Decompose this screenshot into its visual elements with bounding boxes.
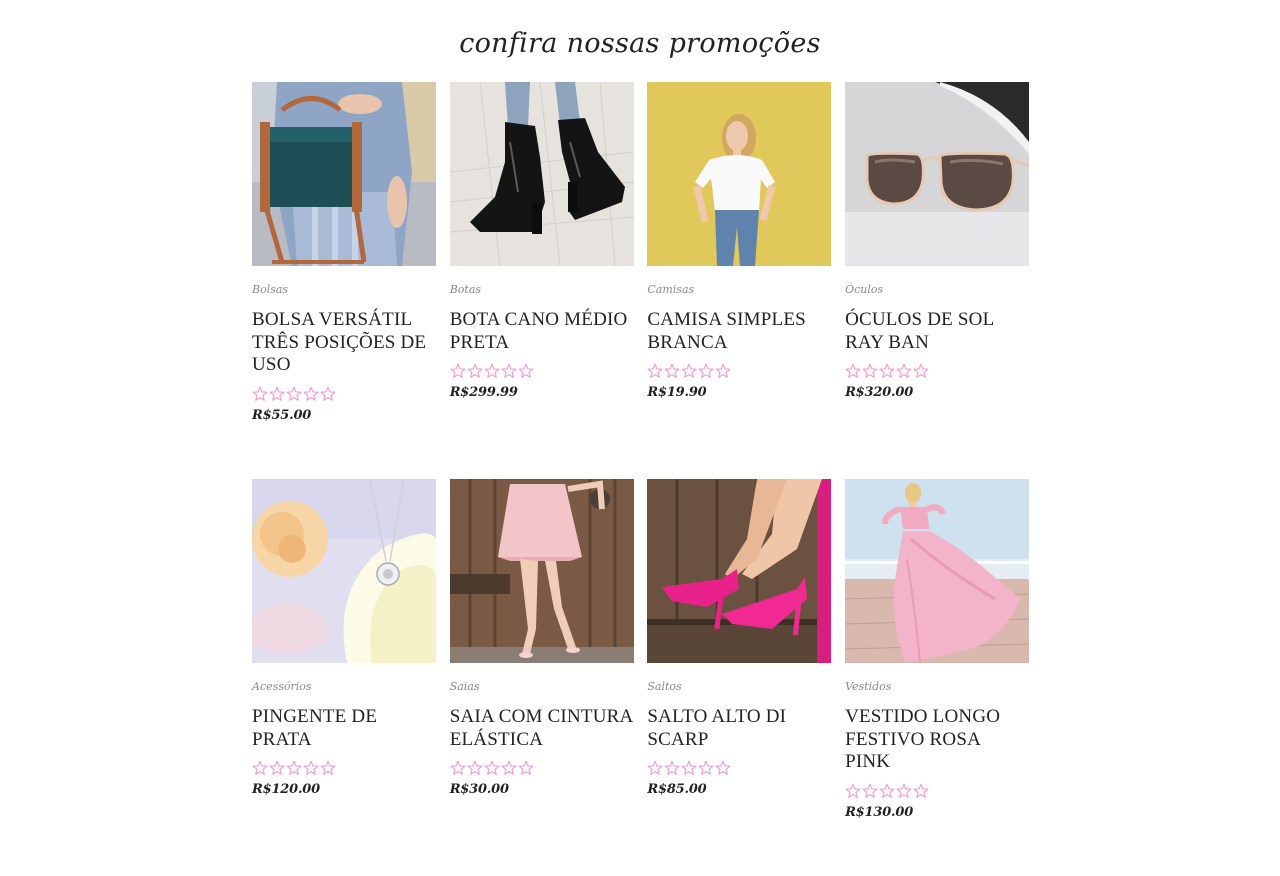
product-card: Acessórios PINGENTE DE PRATA R$120.00	[252, 479, 436, 876]
product-rating	[845, 782, 1029, 800]
silver-pendant-photo	[252, 479, 436, 663]
star-icon	[269, 760, 285, 775]
product-name[interactable]: VESTIDO LONGO FESTIVO ROSA PINK	[845, 706, 1029, 774]
product-image-link[interactable]	[845, 82, 1030, 266]
star-icon	[913, 783, 929, 798]
product-image-link[interactable]	[252, 82, 436, 266]
product-category[interactable]: Saias	[450, 680, 634, 694]
star-icon	[715, 363, 731, 378]
product-category[interactable]: Óculos	[845, 283, 1029, 297]
star-icon	[450, 363, 466, 378]
black-patent-boots-photo	[449, 82, 634, 266]
product-name[interactable]: SAIA COM CINTURA ELÁSTICA	[450, 706, 634, 751]
product-card: Bolsas BOLSA VERSÁTIL TRÊS POSIÇÕES DE U…	[252, 82, 436, 479]
product-price: R$120.00	[252, 782, 321, 797]
product-category[interactable]: Bolsas	[252, 283, 436, 297]
product-image-link[interactable]	[845, 479, 1030, 663]
star-icon	[252, 386, 268, 401]
product-price: R$55.00	[252, 407, 312, 423]
product-card: Saltos SALTO ALTO DI SCARP R$85.00	[647, 479, 832, 876]
star-icon	[484, 363, 500, 378]
product-card: Saias SAIA COM CINTURA ELÁSTICA R$30.00	[449, 479, 634, 876]
product-image-link[interactable]	[449, 479, 634, 663]
product-rating	[647, 759, 831, 777]
star-icon	[862, 363, 878, 378]
pink-gown-photo	[845, 479, 1030, 663]
product-category[interactable]: Camisas	[647, 283, 831, 297]
star-icon	[269, 386, 285, 401]
product-category[interactable]: Saltos	[647, 680, 831, 694]
product-name[interactable]: BOLSA VERSÁTIL TRÊS POSIÇÕES DE USO	[252, 309, 436, 377]
product-name[interactable]: SALTO ALTO DI SCARP	[647, 706, 831, 751]
star-icon	[320, 760, 336, 775]
star-icon	[286, 386, 302, 401]
product-rating	[450, 759, 634, 777]
product-price: R$85.00	[647, 782, 707, 797]
product-name[interactable]: ÓCULOS DE SOL RAY BAN	[845, 309, 1029, 354]
product-rating	[450, 362, 634, 380]
star-icon	[845, 363, 861, 378]
product-price: R$30.00	[449, 782, 509, 797]
star-icon	[303, 760, 319, 775]
product-image-link[interactable]	[647, 479, 832, 663]
product-name[interactable]: PINGENTE DE PRATA	[252, 706, 436, 751]
product-category[interactable]: Vestidos	[845, 680, 1029, 694]
product-rating	[845, 362, 1029, 380]
product-price: R$130.00	[845, 804, 914, 820]
star-icon	[303, 386, 319, 401]
star-icon	[518, 363, 534, 378]
product-rating	[252, 759, 436, 777]
woman-white-tshirt-photo	[647, 82, 832, 266]
star-icon	[664, 760, 680, 775]
star-icon	[698, 363, 714, 378]
product-name[interactable]: CAMISA SIMPLES BRANCA	[647, 309, 831, 354]
star-icon	[484, 760, 500, 775]
star-icon	[467, 760, 483, 775]
star-icon	[664, 363, 680, 378]
pink-skirt-photo	[449, 479, 634, 663]
product-card: Vestidos VESTIDO LONGO FESTIVO ROSA PINK…	[845, 479, 1030, 876]
star-icon	[320, 386, 336, 401]
product-card: Camisas CAMISA SIMPLES BRANCA R$19.90	[647, 82, 832, 479]
product-image-link[interactable]	[449, 82, 634, 266]
star-icon	[681, 760, 697, 775]
product-category[interactable]: Acessórios	[252, 680, 436, 694]
star-icon	[896, 363, 912, 378]
sunglasses-photo	[845, 82, 1030, 266]
star-icon	[252, 760, 268, 775]
product-category[interactable]: Botas	[450, 283, 634, 297]
star-icon	[913, 363, 929, 378]
section-title: confira nossas promoções	[459, 28, 821, 59]
star-icon	[501, 363, 517, 378]
product-image-link[interactable]	[647, 82, 832, 266]
star-icon	[501, 760, 517, 775]
product-name[interactable]: BOTA CANO MÉDIO PRETA	[450, 309, 634, 354]
product-card: Botas BOTA CANO MÉDIO PRETA R$299.99	[449, 82, 634, 479]
star-icon	[879, 783, 895, 798]
star-icon	[286, 760, 302, 775]
product-price: R$19.90	[647, 385, 707, 400]
product-card: Óculos ÓCULOS DE SOL RAY BAN R$320.00	[845, 82, 1030, 479]
product-rating	[647, 362, 831, 380]
product-image-link[interactable]	[252, 479, 436, 663]
star-icon	[879, 363, 895, 378]
star-icon	[467, 363, 483, 378]
star-icon	[518, 760, 534, 775]
star-icon	[681, 363, 697, 378]
star-icon	[647, 760, 663, 775]
star-icon	[647, 363, 663, 378]
product-rating	[252, 385, 436, 403]
star-icon	[862, 783, 878, 798]
pink-heels-photo	[647, 479, 832, 663]
star-icon	[450, 760, 466, 775]
product-price: R$299.99	[449, 385, 518, 400]
star-icon	[698, 760, 714, 775]
product-price: R$320.00	[845, 385, 914, 400]
star-icon	[715, 760, 731, 775]
product-grid: Bolsas BOLSA VERSÁTIL TRÊS POSIÇÕES DE U…	[252, 82, 1030, 876]
star-icon	[845, 783, 861, 798]
star-icon	[896, 783, 912, 798]
teal-handbag-photo	[252, 82, 436, 266]
